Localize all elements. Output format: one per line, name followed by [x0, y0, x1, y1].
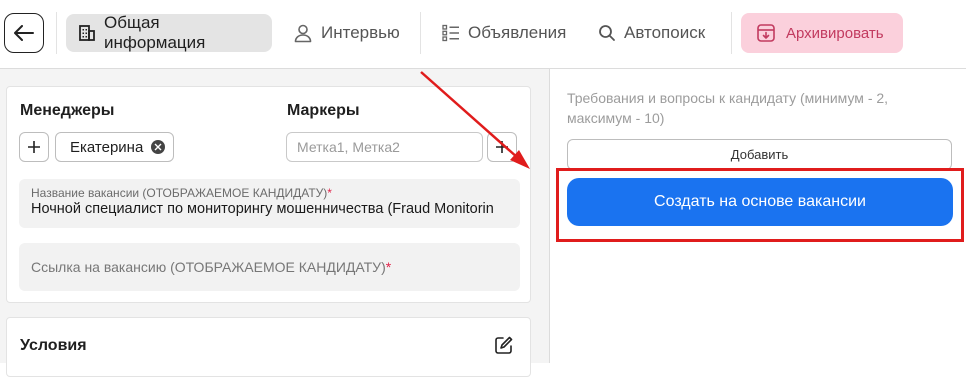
- vacancy-link-field[interactable]: Ссылка на вакансию (ОТОБРАЖАЕМОЕ КАНДИДА…: [19, 243, 520, 291]
- vacancy-name-label: Название вакансии (ОТОБРАЖАЕМОЕ КАНДИДАТ…: [31, 186, 332, 200]
- managers-title: Менеджеры: [20, 102, 115, 119]
- edit-icon[interactable]: [494, 335, 514, 360]
- arrow-left-icon: [14, 25, 34, 41]
- divider: [731, 12, 732, 54]
- archive-label: Архивировать: [786, 24, 884, 42]
- markers-placeholder: Метка1, Метка2: [297, 139, 400, 155]
- conditions-title: Условия: [20, 337, 87, 354]
- plus-icon: [496, 141, 508, 153]
- vacancy-name-field[interactable]: Название вакансии (ОТОБРАЖАЕМОЕ КАНДИДАТ…: [19, 179, 520, 228]
- markers-title: Маркеры: [287, 102, 360, 119]
- user-icon: [294, 24, 312, 43]
- add-manager-button[interactable]: [19, 132, 49, 162]
- vacancy-name-value: Ночной специалист по мониторингу мошенни…: [31, 201, 494, 217]
- top-toolbar: Общая информация Интервью Объявления Авт…: [0, 0, 966, 68]
- tab-label: Объявления: [468, 23, 567, 42]
- tab-autosearch[interactable]: Автопоиск: [586, 14, 717, 52]
- divider: [420, 12, 421, 54]
- tab-label: Интервью: [321, 23, 400, 42]
- tab-label: Общая информация: [104, 13, 206, 52]
- manager-chip: Екатерина: [55, 132, 175, 162]
- divider: [56, 12, 57, 54]
- list-icon: [442, 24, 459, 42]
- add-requirement-button[interactable]: Добавить: [567, 139, 952, 170]
- tab-announcements[interactable]: Объявления: [430, 14, 578, 52]
- add-marker-button[interactable]: [487, 132, 517, 162]
- requirements-hint: Требования и вопросы к кандидату (миниму…: [567, 90, 889, 126]
- building-icon: [79, 25, 95, 41]
- archive-icon: [757, 24, 775, 42]
- back-button[interactable]: [4, 13, 44, 53]
- tab-interview[interactable]: Интервью: [281, 14, 412, 52]
- archive-button[interactable]: Архивировать: [741, 13, 903, 53]
- manager-chip-label: Екатерина: [70, 138, 144, 156]
- tab-general-info[interactable]: Общая информация: [66, 13, 272, 52]
- markers-input[interactable]: Метка1, Метка2: [286, 132, 483, 162]
- tab-label: Автопоиск: [624, 23, 706, 42]
- panel-divider: [549, 68, 550, 363]
- annotation-highlight-box: [556, 168, 964, 242]
- plus-icon: [28, 141, 40, 153]
- search-icon: [599, 25, 615, 41]
- vacancy-link-label: Ссылка на вакансию (ОТОБРАЖАЕМОЕ КАНДИДА…: [31, 259, 392, 275]
- remove-chip-icon[interactable]: [151, 140, 166, 154]
